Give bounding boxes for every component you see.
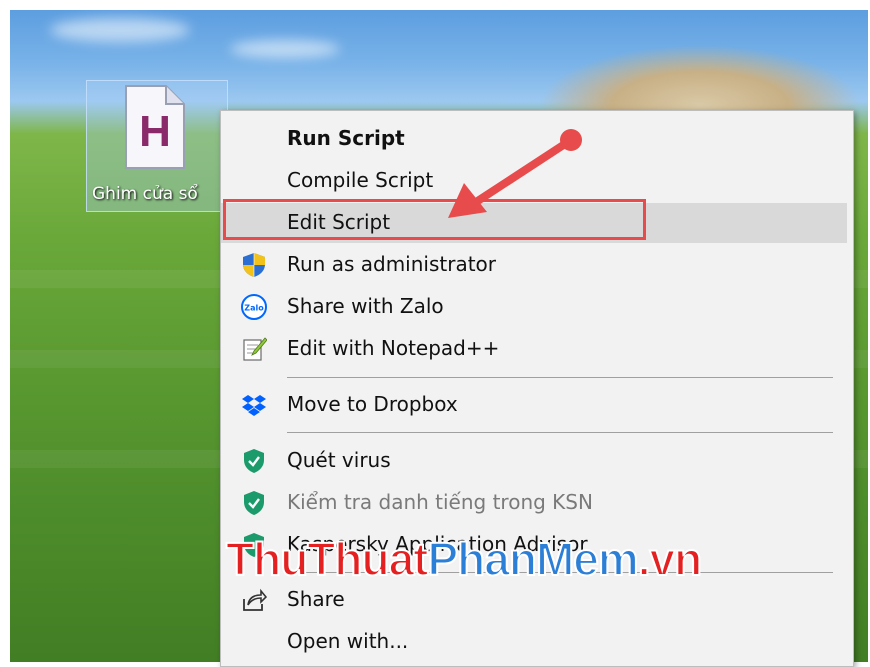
watermark-part2: PhanMem xyxy=(426,532,639,586)
menu-item-kiem-tra-ksn[interactable]: Kiểm tra danh tiếng trong KSN xyxy=(221,483,847,523)
menu-item-edit-with-notepad-plus-plus[interactable]: Edit with Notepad++ xyxy=(221,329,847,369)
menu-separator xyxy=(287,432,833,433)
menu-item-label: Move to Dropbox xyxy=(287,392,458,416)
watermark: ThuThuatPhanMem.vn xyxy=(225,532,703,586)
menu-item-label: Share with Zalo xyxy=(287,294,444,318)
kaspersky-shield-icon xyxy=(244,491,264,515)
cloud xyxy=(230,40,340,58)
menu-item-label: Compile Script xyxy=(287,168,434,192)
autohotkey-file-icon[interactable]: H xyxy=(122,84,186,170)
menu-item-label: Quét virus xyxy=(287,448,391,472)
menu-item-share-with-zalo[interactable]: Zalo Share with Zalo xyxy=(221,287,847,327)
menu-item-label: Run as administrator xyxy=(287,252,497,276)
menu-separator xyxy=(287,377,833,378)
menu-item-label: Share xyxy=(287,587,345,611)
menu-item-compile-script[interactable]: Compile Script xyxy=(221,161,847,201)
menu-item-run-as-administrator[interactable]: Run as administrator xyxy=(221,245,847,285)
menu-item-quet-virus[interactable]: Quét virus xyxy=(221,441,847,481)
dropbox-icon xyxy=(242,395,266,416)
watermark-part3: .vn xyxy=(637,532,703,586)
menu-item-share[interactable]: Share xyxy=(221,580,847,620)
menu-item-open-with[interactable]: Open with... xyxy=(221,622,847,662)
desktop-icon-label[interactable]: Ghim cửa sổ xyxy=(92,184,232,204)
cloud xyxy=(50,18,190,42)
zalo-icon-text: Zalo xyxy=(244,304,264,313)
share-icon xyxy=(243,588,267,611)
menu-item-label: Edit with Notepad++ xyxy=(287,336,500,360)
uac-shield-icon xyxy=(243,253,265,277)
kaspersky-shield-icon xyxy=(244,449,264,473)
notepad-plus-plus-icon xyxy=(243,337,267,361)
menu-item-label: Kiểm tra danh tiếng trong KSN xyxy=(287,490,593,514)
menu-item-label: Run Script xyxy=(287,126,405,150)
watermark-part1: ThuThuat xyxy=(225,532,429,586)
zalo-icon: Zalo xyxy=(241,294,267,320)
menu-item-run-script[interactable]: Run Script xyxy=(221,119,847,159)
menu-item-label: Open with... xyxy=(287,629,409,653)
file-icon-glyph: H xyxy=(139,107,171,156)
annotation-highlight-box xyxy=(223,199,646,240)
menu-item-move-to-dropbox[interactable]: Move to Dropbox xyxy=(221,385,847,425)
